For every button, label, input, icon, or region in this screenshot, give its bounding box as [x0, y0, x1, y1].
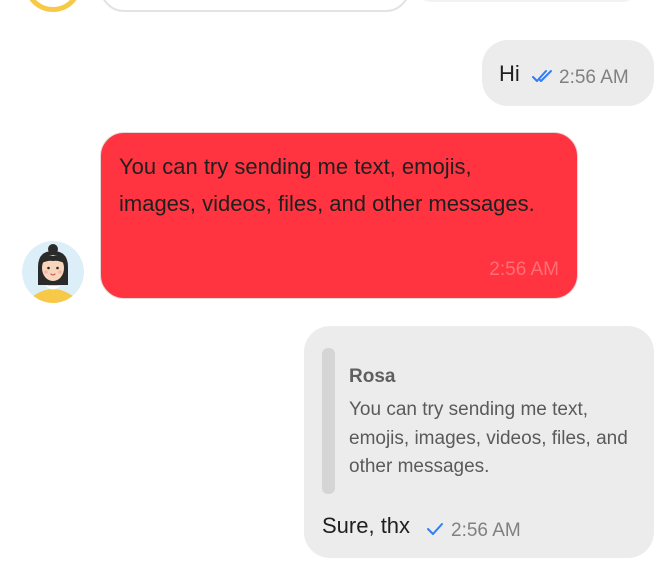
outgoing-message-bubble-hi[interactable]: Hi 2:56 AM [482, 40, 654, 106]
girl-avatar-icon [22, 241, 84, 303]
message-text: Hi [499, 61, 520, 86]
quote-bar [322, 348, 335, 494]
outgoing-message-bubble[interactable] [412, 0, 642, 2]
incoming-message-bubble[interactable]: You can try sending me text, emojis, ima… [100, 132, 578, 299]
double-check-icon [532, 70, 552, 82]
message-time: 2:56 AM [451, 520, 521, 541]
avatar[interactable] [24, 0, 82, 12]
message-text: You can try sending me text, emojis, ima… [119, 154, 535, 216]
chat-screen: Hi 2:56 AM You can try sending me text, … [0, 0, 672, 568]
single-check-icon [427, 523, 443, 535]
quoted-sender-name: Rosa [349, 366, 396, 387]
avatar[interactable] [22, 241, 84, 303]
incoming-message-bubble[interactable] [100, 0, 410, 12]
message-time: 2:56 AM [489, 259, 559, 280]
quoted-message-text: You can try sending me text, emojis, ima… [349, 399, 628, 477]
outgoing-reply-message-bubble[interactable]: Rosa You can try sending me text, emojis… [304, 326, 654, 558]
quoted-message[interactable]: Rosa You can try sending me text, emojis… [322, 348, 632, 494]
message-time: 2:56 AM [559, 67, 629, 88]
message-text: Sure, thx [322, 513, 411, 538]
